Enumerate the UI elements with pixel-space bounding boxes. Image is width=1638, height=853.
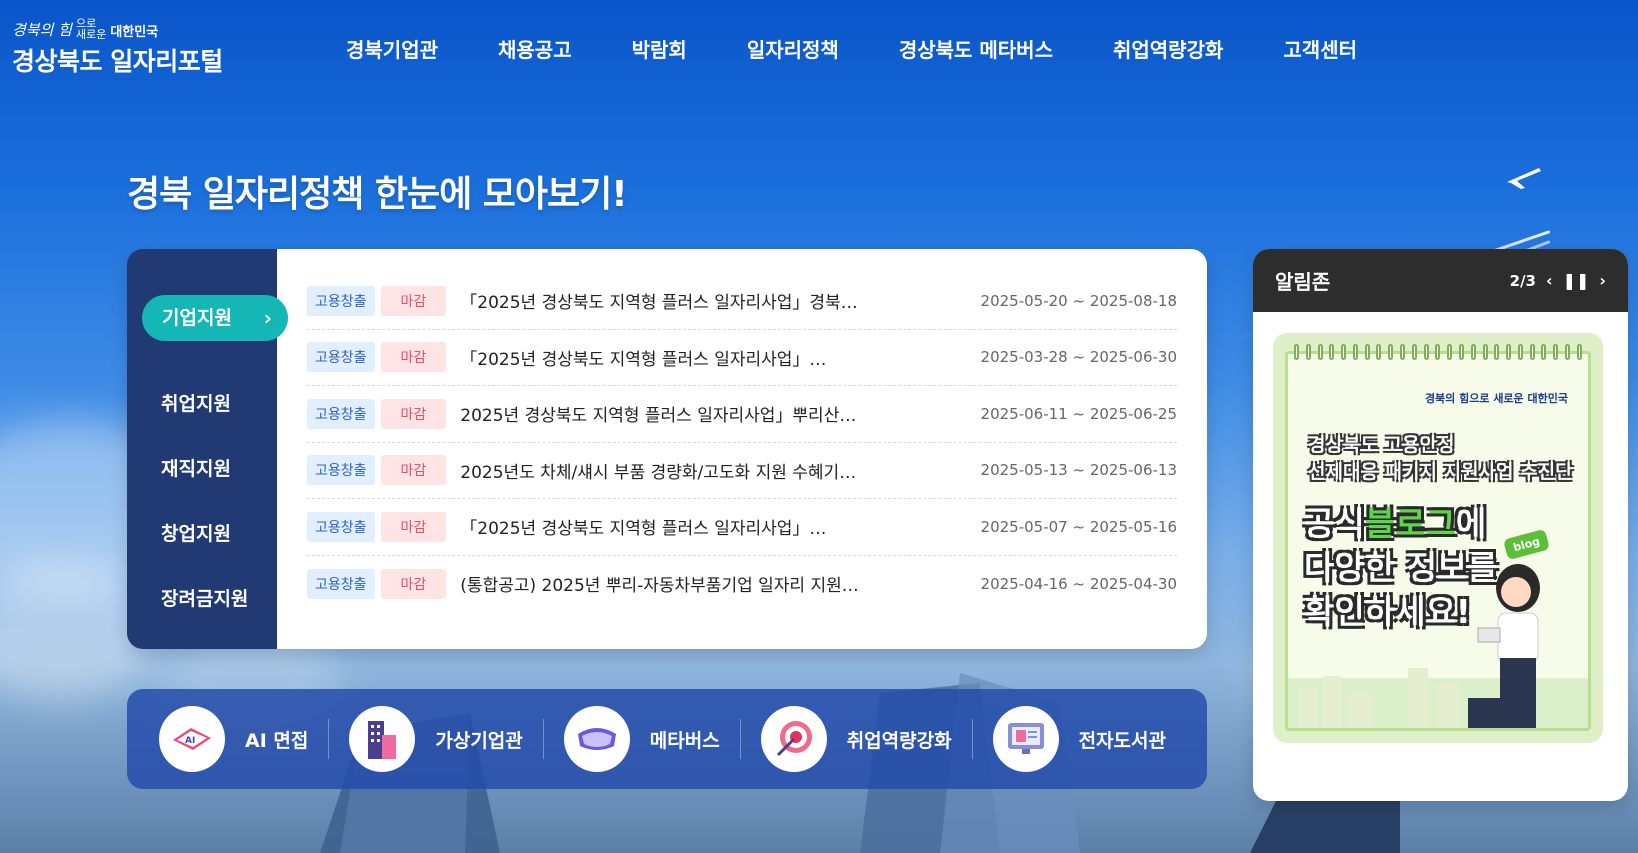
status-badge: 마감 xyxy=(380,511,447,542)
logo-slogan-small-2: 새로운 xyxy=(75,28,107,41)
policy-list: 고용창출 마감 「2025년 경상북도 지역형 플러스 일자리사업」경북… 20… xyxy=(277,249,1207,649)
chevron-right-icon: › xyxy=(263,306,272,330)
building-icon xyxy=(349,706,416,772)
quick-virtual-company[interactable]: 가상기업관 xyxy=(349,706,523,772)
status-badge: 마감 xyxy=(380,398,447,429)
category-badge: 고용창출 xyxy=(307,398,375,429)
quick-ai-interview[interactable]: AI AI 면접 xyxy=(159,706,308,772)
nav-item-capability[interactable]: 취업역량강화 xyxy=(1113,34,1223,63)
quick-label: AI 면접 xyxy=(245,729,309,752)
page-headline: 경북 일자리정책 한눈에 모아보기! xyxy=(127,174,628,215)
nav-item-metaverse[interactable]: 경상북도 메타버스 xyxy=(899,34,1053,63)
main-navigation: 경북기업관 채용공고 박람회 일자리정책 경상북도 메타버스 취업역량강화 고객… xyxy=(346,34,1357,63)
nav-item-policy[interactable]: 일자리정책 xyxy=(747,34,839,63)
pager-count: 2/3 xyxy=(1509,271,1536,290)
quick-metaverse[interactable]: 메타버스 xyxy=(563,706,720,772)
tab-worker-support[interactable]: 재직지원 xyxy=(127,446,277,492)
policy-row[interactable]: 고용창출 마감 「2025년 경상북도 지역형 플러스 일자리사업」… 2025… xyxy=(307,330,1177,386)
nav-item-jobs[interactable]: 채용공고 xyxy=(498,34,572,63)
banner-highlight: 블로그 xyxy=(1364,504,1456,543)
monitor-icon xyxy=(992,706,1059,772)
notice-header: 알림존 2/3 ‹ ❚❚ › xyxy=(1253,249,1628,312)
chevron-right-icon[interactable]: › xyxy=(1599,271,1606,290)
quick-e-library[interactable]: 전자도서관 xyxy=(992,706,1166,772)
policy-row[interactable]: 고용창출 마감 「2025년 경상북도 지역형 플러스 일자리사업」경북… 20… xyxy=(307,273,1177,330)
blog-tag: blog xyxy=(1502,528,1550,561)
quick-label: 메타버스 xyxy=(649,729,720,752)
banner-subtitle-line1: 경상북도 고용안정 xyxy=(1308,434,1455,456)
policy-title[interactable]: 「2025년 경상북도 지역형 플러스 일자리사업」경북… xyxy=(460,288,860,313)
nav-item-fair[interactable]: 박람회 xyxy=(632,34,687,63)
quick-label: 전자도서관 xyxy=(1078,729,1166,752)
quick-label: 가상기업관 xyxy=(435,729,523,752)
tab-employment-support[interactable]: 취업지원 xyxy=(127,381,277,427)
tab-company-support[interactable]: 기업지원 › xyxy=(142,295,288,341)
quick-menu: AI AI 면접 가상기업관 메타버스 취업역량강화 전자도서관 xyxy=(127,689,1207,789)
divider xyxy=(739,719,741,759)
tab-startup-support[interactable]: 창업지원 xyxy=(127,511,277,557)
nav-item-support[interactable]: 고객센터 xyxy=(1283,34,1357,63)
notice-pager: 2/3 ‹ ❚❚ › xyxy=(1510,271,1606,290)
banner-subtitle-line2: 선제대응 패키지 지원사업 추진단 xyxy=(1308,461,1573,483)
policy-title[interactable]: 2025년 경상북도 지역형 플러스 일자리사업」뿌리산… xyxy=(460,401,860,426)
status-badge: 마감 xyxy=(380,455,447,486)
policy-date: 2025-05-20 ~ 2025-08-18 xyxy=(980,291,1177,310)
notice-zone: 알림존 2/3 ‹ ❚❚ › 경북의 힘으로 새로운 대한민국 경상북도 고용안… xyxy=(1253,249,1628,801)
spiral-binding xyxy=(1294,344,1582,360)
category-badge: 고용창출 xyxy=(307,568,375,599)
tab-label: 기업지원 xyxy=(162,307,232,329)
nav-item-companies[interactable]: 경북기업관 xyxy=(346,34,438,63)
vr-headset-icon xyxy=(563,706,630,772)
status-badge: 마감 xyxy=(380,568,447,599)
banner-subtitle: 경상북도 고용안정 선제대응 패키지 지원사업 추진단 xyxy=(1308,432,1573,486)
policy-date: 2025-05-07 ~ 2025-05-16 xyxy=(980,517,1177,536)
divider xyxy=(328,719,330,759)
policy-row[interactable]: 고용창출 마감 2025년도 차체/섀시 부품 경량화/고도화 지원 수혜기… … xyxy=(307,443,1177,499)
category-badge: 고용창출 xyxy=(307,285,375,316)
category-badge: 고용창출 xyxy=(307,511,375,542)
notice-banner[interactable]: 경북의 힘으로 새로운 대한민국 경상북도 고용안정 선제대응 패키지 지원사업… xyxy=(1273,333,1603,743)
banner-logo: 경북의 힘으로 새로운 대한민국 xyxy=(1424,392,1568,405)
policy-title[interactable]: 「2025년 경상북도 지역형 플러스 일자리사업」… xyxy=(460,345,860,370)
quick-capability[interactable]: 취업역량강화 xyxy=(760,706,952,772)
policy-date: 2025-03-28 ~ 2025-06-30 xyxy=(980,348,1177,367)
policy-panel: 기업지원 › 취업지원 재직지원 창업지원 장려금지원 고용창출 마감 「202… xyxy=(127,249,1207,649)
airplane-icon xyxy=(1507,168,1541,189)
policy-title[interactable]: 2025년도 차체/섀시 부품 경량화/고도화 지원 수혜기… xyxy=(460,458,860,483)
policy-row[interactable]: 고용창출 마감 「2025년 경상북도 지역형 플러스 일자리사업」… 2025… xyxy=(307,499,1177,556)
logo-slogan-text: 경북의 힘 xyxy=(12,21,72,39)
site-logo[interactable]: 경북의 힘 으로 새로운 대한민국 경상북도 일자리포털 xyxy=(12,18,223,78)
category-badge: 고용창출 xyxy=(307,455,375,486)
chevron-left-icon[interactable]: ‹ xyxy=(1546,271,1553,290)
logo-slogan-country: 대한민국 xyxy=(110,25,159,40)
policy-row[interactable]: 고용창출 마감 (통합공고) 2025년 뿌리-자동차부품기업 일자리 지원… … xyxy=(307,556,1177,613)
divider xyxy=(542,719,544,759)
banner-paper: 경북의 힘으로 새로운 대한민국 경상북도 고용안정 선제대응 패키지 지원사업… xyxy=(1285,344,1591,731)
policy-row[interactable]: 고용창출 마감 2025년 경상북도 지역형 플러스 일자리사업」뿌리산… 20… xyxy=(307,386,1177,443)
person-illustration xyxy=(1477,564,1540,728)
status-badge: 마감 xyxy=(380,342,447,373)
policy-date: 2025-05-13 ~ 2025-06-13 xyxy=(980,461,1177,480)
logo-slogan: 경북의 힘 으로 새로운 대한민국 xyxy=(12,18,223,40)
category-badge: 고용창출 xyxy=(307,342,375,373)
policy-title[interactable]: (통합공고) 2025년 뿌리-자동차부품기업 일자리 지원… xyxy=(460,571,860,596)
tab-incentive-support[interactable]: 장려금지원 xyxy=(127,576,277,622)
target-icon xyxy=(760,706,827,772)
policy-date: 2025-04-16 ~ 2025-04-30 xyxy=(980,574,1177,593)
policy-tab-list: 기업지원 › 취업지원 재직지원 창업지원 장려금지원 xyxy=(127,249,288,649)
policy-date: 2025-06-11 ~ 2025-06-25 xyxy=(980,404,1177,423)
pause-icon[interactable]: ❚❚ xyxy=(1563,271,1590,290)
status-badge: 마감 xyxy=(380,285,447,316)
notice-title: 알림존 xyxy=(1275,270,1331,294)
logo-slogan-small: 으로 새로운 xyxy=(76,18,106,40)
divider xyxy=(971,719,973,759)
policy-title[interactable]: 「2025년 경상북도 지역형 플러스 일자리사업」… xyxy=(460,514,860,539)
banner-text: 공식 xyxy=(1304,504,1365,543)
banner-text: 에 xyxy=(1455,504,1487,543)
logo-title: 경상북도 일자리포털 xyxy=(12,47,223,76)
ai-interview-icon: AI xyxy=(159,706,225,772)
quick-label: 취업역량강화 xyxy=(846,729,952,752)
svg-text:AI: AI xyxy=(185,736,195,746)
banner-main-line1: 공식블로그에 xyxy=(1304,502,1498,546)
